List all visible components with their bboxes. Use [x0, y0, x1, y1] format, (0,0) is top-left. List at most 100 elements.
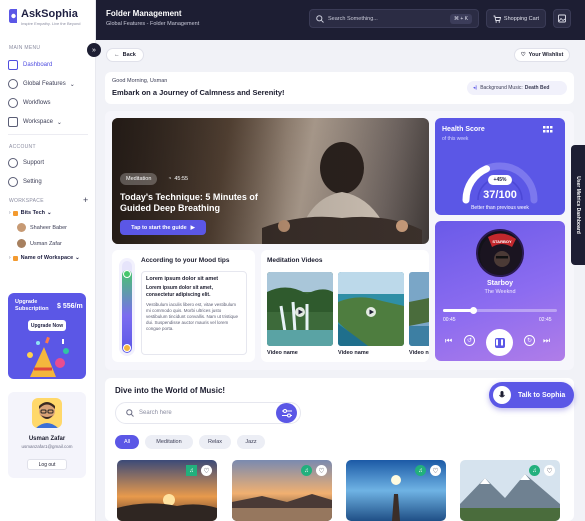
account-label: ACCOUNT — [9, 144, 36, 150]
upgrade-price: $ 556/m — [57, 303, 83, 310]
search-icon — [126, 409, 134, 417]
heart-icon[interactable]: ♡ — [201, 465, 212, 476]
album-art-icon: STARBOY — [480, 233, 522, 275]
background-music-toggle[interactable]: ◂) Background Music: Death Bed — [467, 81, 567, 95]
artist-name: The Weeknd — [484, 289, 516, 295]
chip-meditation[interactable]: Meditation — [145, 435, 193, 449]
sidebar-item-dashboard[interactable]: Dashboard — [8, 58, 90, 72]
progress-handle[interactable] — [470, 307, 478, 314]
shopping-cart-button[interactable]: Shopping Cart — [486, 9, 546, 28]
support-icon — [8, 158, 18, 168]
gear-icon — [8, 177, 18, 187]
add-to-playlist-icon[interactable]: ♫ — [301, 465, 312, 476]
album-art: STARBOY — [476, 229, 524, 277]
video-thumbnail[interactable] — [409, 272, 429, 346]
upgrade-now-button[interactable]: Upgrade Now — [28, 320, 66, 331]
speaker-icon: ◂) — [473, 85, 478, 91]
divider — [8, 134, 88, 135]
duration-badge: ◔ 45:55 — [168, 176, 189, 182]
video-thumbnail[interactable] — [267, 272, 333, 346]
next-icon[interactable]: ⏭ — [543, 336, 550, 346]
sidebar-item-label: Workflows — [23, 100, 51, 106]
coast-thumbnail — [338, 272, 404, 346]
add-to-playlist-icon[interactable]: ♫ — [415, 465, 426, 476]
video-name: Video name — [409, 350, 429, 356]
workspace-color-icon — [12, 210, 18, 216]
sidebar-item-workspace[interactable]: Workspace ⌄ — [8, 115, 90, 129]
hero-title: Today's Technique: 5 Minutes of Guided D… — [120, 192, 258, 213]
celebration-illustration-icon — [27, 336, 69, 377]
member-item[interactable]: Shaheer Baber — [17, 222, 67, 233]
video-thumbnail[interactable] — [338, 272, 404, 346]
chevron-down-icon: ⌄ — [75, 255, 80, 261]
chip-all[interactable]: All — [115, 435, 139, 449]
health-score-card: Health Score of this week +45% 37/100 Be… — [435, 118, 565, 215]
clock-icon: ◔ — [168, 176, 172, 182]
svg-text:STARBOY: STARBOY — [492, 239, 512, 244]
sidebar-item-workflows[interactable]: Workflows — [8, 96, 90, 110]
sidebar-item-setting[interactable]: Setting — [8, 175, 90, 189]
shortcut-badge: ⌘ + K — [449, 13, 472, 24]
pause-button[interactable]: ❚❚ — [486, 329, 513, 356]
chip-relax[interactable]: Relax — [199, 435, 231, 449]
app-tagline: Inspire Empathy. Live the Beyond — [21, 21, 81, 26]
mood-low-marker — [123, 344, 131, 352]
sidebar-item-support[interactable]: Support — [8, 156, 90, 170]
user-email: usmanzafar1@gmail.com — [21, 444, 73, 449]
heart-icon[interactable]: ♡ — [544, 465, 555, 476]
mood-tips-card: According to your Mood tips Lorem ipsum … — [112, 250, 255, 362]
upgrade-card: Upgrade Subscription $ 556/m Upgrade Now — [8, 293, 86, 379]
sidebar-item-global-features[interactable]: Global Features ⌄ — [8, 77, 90, 91]
health-score-value: 37/100 — [483, 189, 517, 201]
delta-badge: +45% — [488, 175, 512, 185]
user-metrics-tab[interactable]: User Metrics Dashboard — [571, 145, 585, 265]
waterfall-thumbnail — [267, 272, 333, 346]
add-workspace-icon[interactable]: + — [83, 195, 88, 205]
sidebar-item-label: Global Features — [23, 81, 66, 87]
heart-icon[interactable]: ♡ — [316, 465, 327, 476]
music-title: Dive into the World of Music! — [115, 386, 226, 395]
meditation-tag: Meditation — [120, 173, 158, 185]
health-title: Health Score — [442, 126, 485, 133]
avatar — [32, 398, 62, 428]
rewind-icon[interactable]: ↺ — [464, 335, 475, 346]
add-to-playlist-icon[interactable]: ♫ — [529, 465, 540, 476]
workspace-item[interactable]: › Name of Workspace ⌄ — [9, 253, 80, 263]
topbar: Folder Management Global Features - Fold… — [96, 0, 585, 40]
search-input[interactable]: Search Something... ⌘ + K — [309, 9, 479, 28]
grid-icon[interactable] — [543, 126, 553, 134]
music-search-input[interactable]: Search here — [115, 402, 301, 424]
video-name: Video name — [338, 350, 369, 356]
heart-icon[interactable]: ♡ — [430, 465, 441, 476]
mood-title: According to your Mood tips — [141, 257, 230, 264]
forward-icon[interactable]: ↻ — [524, 335, 535, 346]
workspace-item[interactable]: › Bits Tech ⌄ — [9, 208, 52, 218]
sidebar-item-label: Setting — [23, 179, 42, 185]
profile-button[interactable] — [553, 9, 571, 28]
tip-body: Vestibulum iaculis libero est, vitae ves… — [146, 302, 239, 331]
sidebar-item-label: Dashboard — [23, 62, 53, 68]
tip-title: Lorem ipsum dolor sit amet — [146, 276, 219, 282]
wishlist-button[interactable]: ♡ Your Wishlist — [514, 48, 570, 62]
start-guide-button[interactable]: Tap to start the guide ▶ — [120, 220, 206, 235]
progress-track[interactable] — [443, 309, 557, 312]
logout-button[interactable]: Log out — [27, 459, 67, 470]
chip-jazz[interactable]: Jazz — [237, 435, 265, 449]
talk-to-sophia-button[interactable]: Talk to Sophia — [489, 382, 574, 408]
member-item[interactable]: Usman Zafar — [17, 238, 62, 249]
avatar — [17, 239, 26, 248]
tip-subtitle: Lorem ipsum dolor sit amet, consectetur … — [146, 285, 213, 298]
greeting-text: Good Morning, Usman — [112, 78, 168, 84]
add-to-playlist-icon[interactable]: ♫ — [186, 465, 197, 476]
workspace-label: WORKSPACE — [9, 198, 44, 204]
filter-button[interactable] — [276, 403, 297, 423]
collapse-sidebar-button[interactable]: » — [87, 43, 101, 57]
search-placeholder: Search Something... — [328, 15, 378, 22]
track-title: Starboy — [486, 280, 514, 287]
previous-icon[interactable]: ⏮ — [445, 336, 452, 346]
logo-icon — [9, 9, 17, 23]
back-button[interactable]: ← Back — [106, 48, 144, 62]
tip-box: Lorem ipsum dolor sit amet Lorem ipsum d… — [141, 271, 247, 355]
image-icon — [558, 14, 566, 23]
health-subtitle: of this week — [442, 136, 469, 142]
